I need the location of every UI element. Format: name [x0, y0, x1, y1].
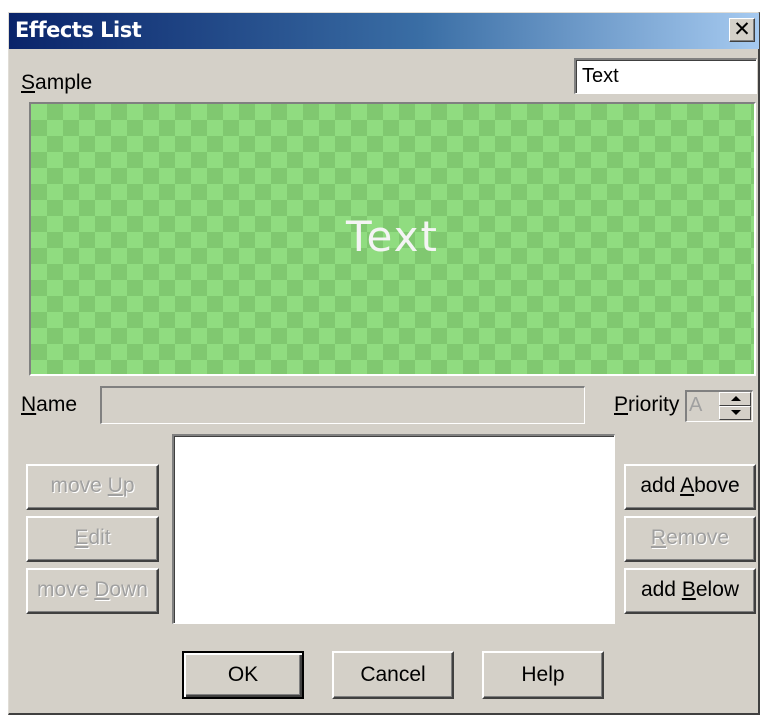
remove-button[interactable]: Remove — [624, 516, 756, 562]
spin-down-icon — [731, 410, 741, 415]
add-below-button[interactable]: add Below — [624, 568, 756, 614]
title-bar[interactable]: Effects List ✕ — [9, 13, 759, 49]
preview-text: Text — [346, 212, 439, 261]
window-title: Effects List — [15, 18, 142, 42]
priority-label: Priority — [614, 393, 680, 416]
name-label: Name — [21, 393, 78, 416]
move-up-button[interactable]: move Up — [26, 464, 159, 510]
spin-up-icon — [731, 396, 741, 401]
priority-value: A — [689, 394, 703, 416]
priority-spin-buttons — [719, 392, 751, 420]
close-button[interactable]: ✕ — [729, 18, 755, 42]
move-down-button[interactable]: move Down — [26, 568, 159, 614]
spin-down-button[interactable] — [719, 406, 751, 420]
sample-label: Sample — [21, 71, 93, 94]
name-field[interactable] — [100, 386, 585, 424]
cancel-button[interactable]: Cancel — [332, 651, 454, 699]
add-above-button[interactable]: add Above — [624, 464, 756, 510]
sample-text-input[interactable]: Text — [574, 58, 757, 94]
sample-text-value: Text — [582, 65, 619, 87]
help-button[interactable]: Help — [482, 651, 604, 699]
effects-list-dialog: Effects List ✕ Sample Text Text Name Pri… — [8, 12, 760, 715]
sample-preview: Text — [29, 102, 756, 376]
edit-button[interactable]: Edit — [26, 516, 159, 562]
ok-button[interactable]: OK — [182, 651, 304, 699]
close-icon: ✕ — [733, 17, 751, 41]
priority-spinner[interactable]: A — [685, 390, 753, 422]
spin-up-button[interactable] — [719, 392, 751, 406]
effects-listbox[interactable] — [172, 434, 615, 624]
